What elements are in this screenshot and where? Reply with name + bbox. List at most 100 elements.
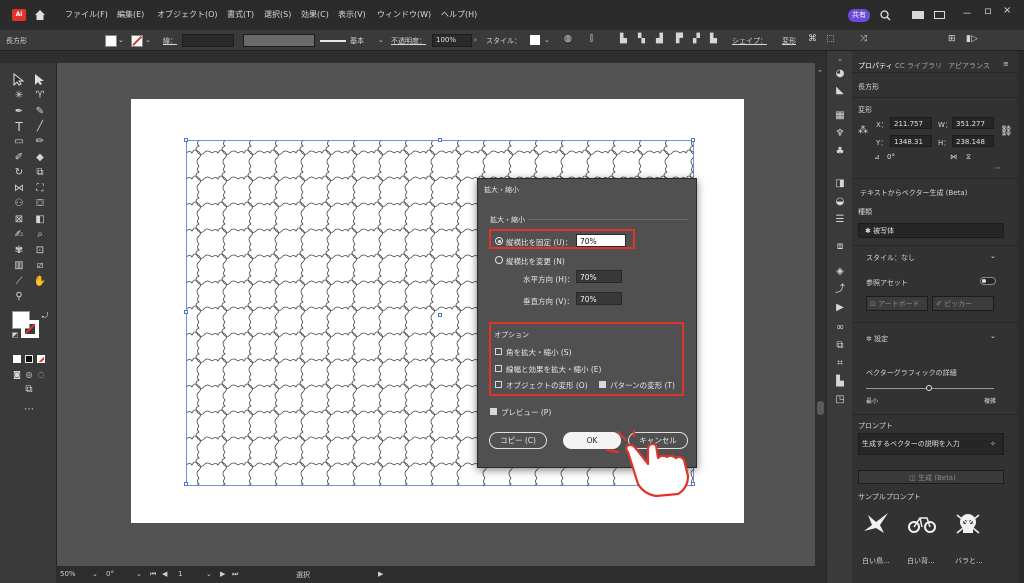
picker-button[interactable]: ✐ ピッカー bbox=[932, 296, 994, 311]
opacity-field[interactable]: 100% bbox=[432, 34, 472, 47]
shape-label[interactable]: シェイプ： bbox=[732, 36, 767, 46]
isolate-icon[interactable]: ⌘ bbox=[808, 34, 817, 44]
artboard-tool-icon[interactable]: ⧄ bbox=[33, 259, 47, 273]
panel-toggle-icon[interactable]: ▮▷ bbox=[966, 34, 978, 44]
color-guide-icon[interactable]: ◣ bbox=[833, 84, 847, 98]
graph-tool-icon[interactable]: ▥ bbox=[12, 259, 26, 273]
tab-cc-libraries[interactable]: CC ライブラリ bbox=[895, 61, 942, 71]
preview-checkbox[interactable] bbox=[490, 408, 497, 415]
preview-label[interactable]: プレビュー (P) bbox=[501, 407, 551, 418]
close-button[interactable]: × bbox=[1003, 5, 1011, 16]
first-artboard-icon[interactable]: ⏮ bbox=[150, 570, 156, 579]
share-button[interactable]: 共有 bbox=[848, 9, 870, 22]
copy-button[interactable]: コピー (C) bbox=[489, 432, 547, 449]
align-bottom-icon[interactable]: ▙ bbox=[710, 34, 717, 44]
menu-select[interactable]: 選択(S) bbox=[264, 9, 291, 20]
actions-panel-icon[interactable]: ▶ bbox=[833, 301, 847, 315]
stroke-style-label[interactable]: 基本 bbox=[350, 36, 364, 46]
next-artboard-icon[interactable]: ▶ bbox=[220, 570, 225, 578]
last-artboard-icon[interactable]: ⏭ bbox=[232, 570, 238, 579]
rotation-field[interactable]: 0° bbox=[884, 151, 918, 163]
menu-window[interactable]: ウィンドウ(W) bbox=[377, 9, 431, 20]
zoom-tool-icon[interactable]: ⚲ bbox=[12, 290, 26, 304]
selection-handle[interactable] bbox=[691, 138, 695, 142]
vertical-field[interactable]: 70% bbox=[576, 292, 622, 305]
chevron-down-icon[interactable]: ⌄ bbox=[118, 36, 124, 44]
align-left-icon[interactable]: ▙ bbox=[620, 34, 627, 44]
paintbrush-tool-icon[interactable]: ✏ bbox=[33, 135, 47, 149]
menu-type[interactable]: 書式(T) bbox=[227, 9, 254, 20]
nonuniform-label[interactable]: 縦横比を変更 (N) bbox=[506, 256, 565, 267]
search-icon[interactable] bbox=[880, 10, 891, 21]
tab-properties[interactable]: プロパティ bbox=[858, 61, 893, 71]
generate-button[interactable]: ◫ 生成 (Beta) bbox=[858, 470, 1004, 484]
chevron-down-icon[interactable]: ⌄ bbox=[145, 36, 151, 44]
more-tools-icon[interactable]: ⋯ bbox=[22, 403, 36, 417]
chevron-down-icon[interactable]: ⌄ bbox=[92, 570, 98, 578]
scroll-thumb[interactable] bbox=[817, 401, 824, 415]
minimize-button[interactable]: － bbox=[962, 5, 972, 20]
app-logo[interactable]: Ai bbox=[12, 9, 26, 21]
mesh-tool-icon[interactable]: ⊠ bbox=[12, 213, 26, 227]
panel-scrollbar[interactable] bbox=[1018, 51, 1024, 583]
line-tool-icon[interactable]: ╱ bbox=[33, 120, 47, 134]
prompt-input[interactable]: 生成するベクターの説明を入力 bbox=[858, 433, 1004, 455]
stroke-weight-field[interactable] bbox=[182, 34, 234, 47]
direct-selection-tool-icon[interactable] bbox=[34, 73, 46, 86]
sample-bicycle-icon[interactable] bbox=[907, 513, 937, 535]
sample-bird-icon[interactable] bbox=[862, 511, 890, 537]
curvature-tool-icon[interactable]: ✎ bbox=[33, 105, 47, 119]
scale-tool-icon[interactable]: ⧉ bbox=[33, 166, 47, 180]
type-tool-icon[interactable]: T bbox=[12, 120, 26, 134]
export-icon[interactable]: ⤴ bbox=[833, 283, 847, 297]
pathfinder-icon[interactable]: ⧉ bbox=[833, 339, 847, 353]
x-field[interactable]: 211.757 bbox=[890, 117, 932, 129]
menu-edit[interactable]: 編集(E) bbox=[117, 9, 144, 20]
transform-label[interactable]: 変形 bbox=[782, 36, 796, 46]
color-mode-gradient[interactable] bbox=[25, 355, 33, 363]
selection-handle[interactable] bbox=[184, 138, 188, 142]
sample-label[interactable]: 白い鳥... bbox=[862, 556, 890, 566]
status-mode[interactable]: 選択 bbox=[296, 570, 310, 580]
pen-tool-icon[interactable]: ✒ bbox=[12, 105, 26, 119]
vertical-scrollbar[interactable]: ⌃ bbox=[815, 63, 826, 566]
chevron-down-icon[interactable]: ⌄ bbox=[990, 252, 996, 260]
selection-handle[interactable] bbox=[438, 138, 442, 142]
panel-menu-icon[interactable]: ≡ bbox=[1003, 60, 1009, 68]
constrain-proportions-icon[interactable]: ⛓ bbox=[1000, 126, 1013, 137]
stroke-color-swatch[interactable] bbox=[21, 320, 39, 338]
shaper-tool-icon[interactable]: ✐ bbox=[12, 151, 26, 165]
shape-builder-tool-icon[interactable]: ⚇ bbox=[12, 197, 26, 211]
zoom-level[interactable]: 50% bbox=[60, 570, 76, 578]
flip-vertical-icon[interactable]: ⧖ bbox=[966, 153, 971, 162]
style-swatch[interactable] bbox=[530, 35, 540, 45]
selection-tool-icon[interactable] bbox=[13, 73, 25, 86]
flip-horizontal-icon[interactable]: ⋈ bbox=[950, 153, 957, 161]
gradient-tool-icon[interactable]: ◧ bbox=[33, 213, 47, 227]
variable-width-field[interactable] bbox=[243, 34, 315, 47]
color-mode-none[interactable] bbox=[37, 355, 45, 363]
align-right-icon[interactable]: ▟ bbox=[656, 34, 663, 44]
artboards-panel-icon[interactable]: ⧈ bbox=[833, 240, 847, 254]
chevron-down-icon[interactable]: ⌄ bbox=[136, 570, 142, 578]
graphic-styles-icon[interactable]: ◨ bbox=[833, 177, 847, 191]
tab-appearance[interactable]: アピアランス bbox=[948, 61, 990, 71]
stroke-panel-icon[interactable]: ☰ bbox=[833, 213, 847, 227]
blend-tool-icon[interactable]: ⌕ bbox=[33, 228, 47, 242]
chevron-down-icon[interactable]: ⌄ bbox=[990, 332, 996, 340]
fill-swatch[interactable] bbox=[105, 35, 117, 47]
text-to-vector-title[interactable]: テキストからベクター生成 (Beta) bbox=[860, 188, 967, 198]
maximize-button[interactable]: ロ bbox=[984, 6, 992, 17]
more-options-icon[interactable]: ⋯ bbox=[994, 164, 1001, 172]
eraser-tool-icon[interactable]: ◆ bbox=[33, 151, 47, 165]
width-field[interactable]: 351.277 bbox=[952, 117, 994, 129]
magic-wand-tool-icon[interactable]: ✳ bbox=[12, 89, 26, 103]
menu-view[interactable]: 表示(V) bbox=[338, 9, 366, 20]
symbol-sprayer-tool-icon[interactable]: ✾ bbox=[12, 244, 26, 258]
chevron-down-icon[interactable]: ⌄ bbox=[544, 36, 550, 44]
align-panel-icon[interactable]: ▙ bbox=[833, 375, 847, 389]
selection-handle[interactable] bbox=[184, 310, 188, 314]
perspective-tool-icon[interactable]: ⛋ bbox=[33, 197, 47, 211]
nonuniform-radio[interactable] bbox=[495, 256, 503, 264]
stroke-swatch[interactable] bbox=[131, 35, 143, 47]
